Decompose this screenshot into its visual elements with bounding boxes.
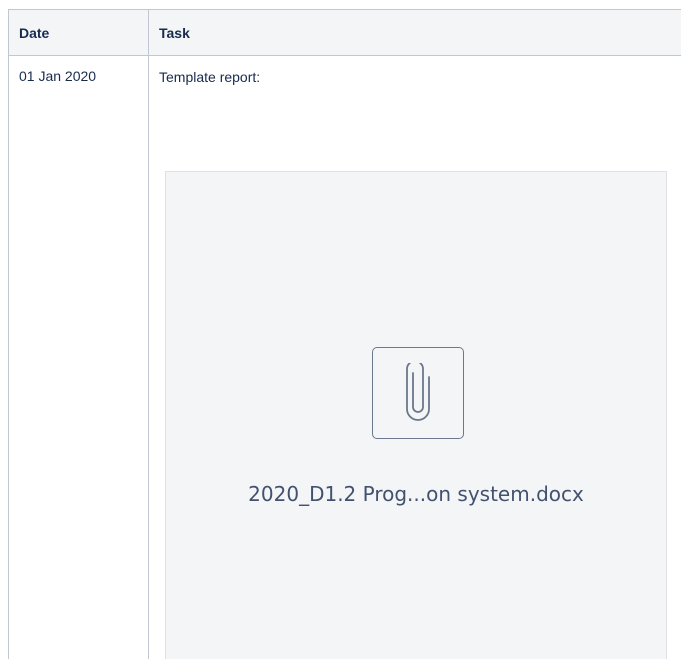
page: Date Task 01 Jan 2020 Template report: 2… xyxy=(0,0,681,659)
task-cell: Template report: 2020_D1.2 Prog...on sys… xyxy=(148,55,681,659)
header-task: Task xyxy=(148,9,681,56)
table-header-row: Date Task xyxy=(8,9,681,56)
paperclip-icon xyxy=(372,347,464,439)
attachment-preview[interactable]: 2020_D1.2 Prog...on system.docx xyxy=(165,171,667,659)
header-date: Date xyxy=(8,9,149,56)
date-cell: 01 Jan 2020 xyxy=(8,55,149,659)
paperclip-icon-glyph xyxy=(406,363,430,421)
task-text: Template report: xyxy=(159,69,261,85)
task-table: Date Task 01 Jan 2020 Template report: 2… xyxy=(8,9,681,659)
attachment-file-name[interactable]: 2020_D1.2 Prog...on system.docx xyxy=(166,482,666,506)
table-row: 01 Jan 2020 Template report: 2020_D1.2 P… xyxy=(8,55,681,659)
